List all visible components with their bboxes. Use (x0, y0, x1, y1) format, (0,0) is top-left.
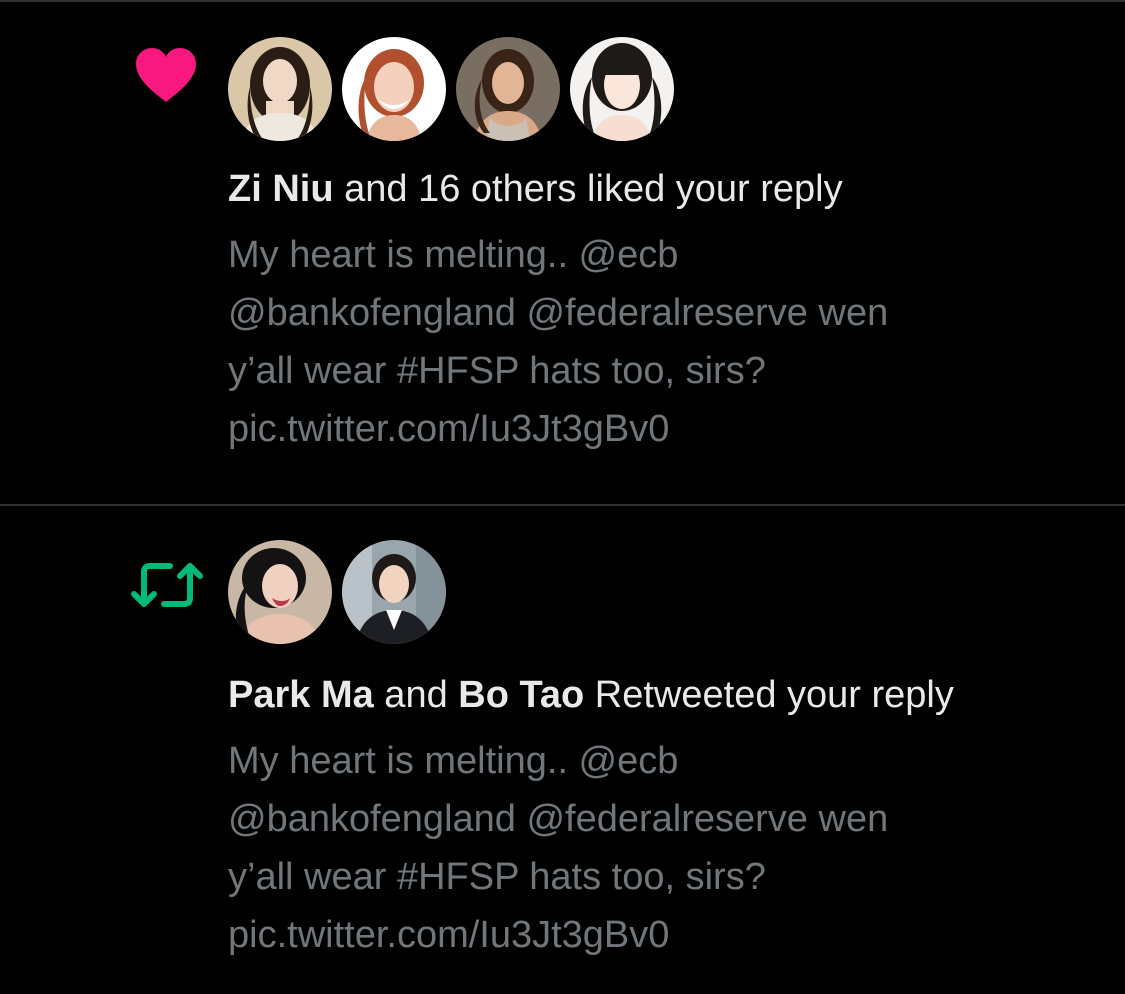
tweet-line: pic.twitter.com/Iu3Jt3gBv0 (228, 408, 670, 450)
avatar[interactable] (342, 540, 446, 644)
like-notification[interactable]: Zi Niu and 16 others liked your reply My… (0, 0, 1125, 506)
tweet-line: y’all wear #HFSP hats too, sirs? (228, 856, 766, 898)
notification-headline: Park Ma and Bo Tao Retweeted your reply (228, 672, 954, 718)
retweet-notification[interactable]: Park Ma and Bo Tao Retweeted your reply … (0, 506, 1125, 994)
avatar[interactable] (570, 37, 674, 141)
avatar[interactable] (342, 37, 446, 141)
tweet-preview[interactable]: My heart is melting.. @ecb @bankofenglan… (228, 732, 1088, 964)
avatar[interactable] (228, 540, 332, 644)
tweet-line: pic.twitter.com/Iu3Jt3gBv0 (228, 914, 670, 956)
notification-headline: Zi Niu and 16 others liked your reply (228, 166, 843, 212)
user-name-link[interactable]: Zi Niu (228, 168, 334, 210)
user-name-link[interactable]: Park Ma (228, 674, 374, 716)
headline-text: and 16 others liked your reply (333, 168, 843, 210)
tweet-preview[interactable]: My heart is melting.. @ecb @bankofenglan… (228, 226, 1088, 458)
headline-text: and (373, 674, 459, 716)
avatar[interactable] (456, 37, 560, 141)
heart-icon (134, 46, 198, 104)
avatar[interactable] (228, 37, 332, 141)
retweeter-avatars (228, 540, 446, 644)
tweet-line: My heart is melting.. @ecb (228, 740, 679, 782)
retweet-icon (130, 560, 204, 610)
headline-text: Retweeted your reply (584, 674, 954, 716)
tweet-line: @bankofengland @federalreserve wen (228, 798, 889, 840)
tweet-line: My heart is melting.. @ecb (228, 234, 679, 276)
tweet-line: y’all wear #HFSP hats too, sirs? (228, 350, 766, 392)
tweet-line: @bankofengland @federalreserve wen (228, 292, 889, 334)
user-name-link[interactable]: Bo Tao (458, 674, 584, 716)
liker-avatars (228, 37, 674, 141)
